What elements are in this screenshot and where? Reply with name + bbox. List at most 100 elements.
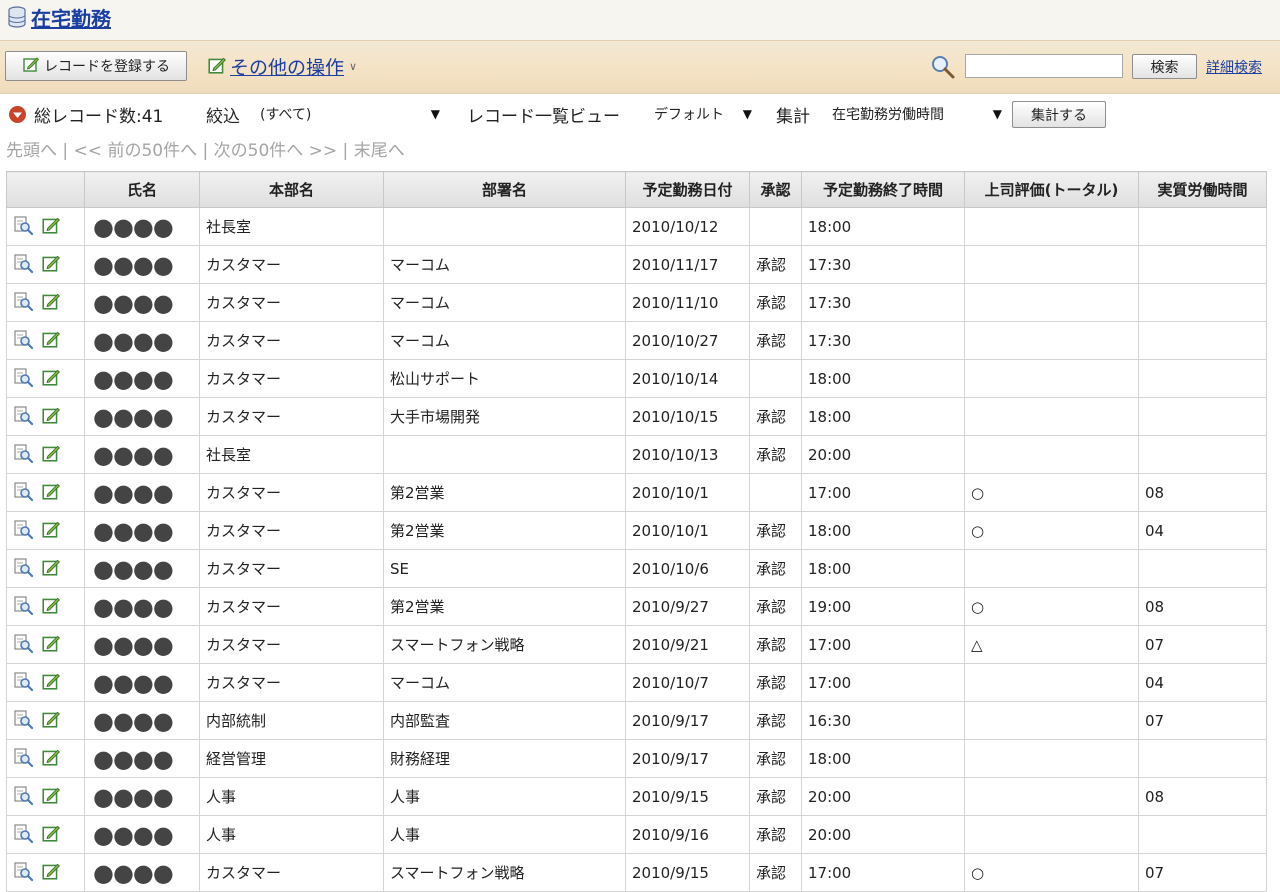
view-magnifier-icon[interactable] xyxy=(13,329,34,353)
register-record-button[interactable]: レコードを登録する xyxy=(5,51,187,81)
col-header-end-time[interactable]: 予定勤務終了時間 xyxy=(801,171,965,208)
search-button[interactable]: 検索 xyxy=(1132,54,1197,79)
view-magnifier-icon[interactable] xyxy=(13,481,34,505)
pager-first: 先頭へ xyxy=(6,141,57,161)
approval-cell: 承認 xyxy=(749,777,802,816)
end-time-cell: 18:00 xyxy=(801,207,965,246)
edit-pencil-icon[interactable] xyxy=(41,747,61,771)
pager-separator: | xyxy=(197,141,214,161)
table-row[interactable]: ●●●● カスタマー マーコム 2010/10/7 承認 17:00 04 xyxy=(6,663,1267,702)
table-row[interactable]: ●●●● カスタマー 第2営業 2010/10/1 承認 18:00 ○ 04 xyxy=(6,511,1267,550)
edit-pencil-icon[interactable] xyxy=(41,215,61,239)
advanced-search-link[interactable]: 詳細検索 xyxy=(1206,57,1262,77)
evaluation-cell xyxy=(964,207,1139,246)
date-cell: 2010/10/13 xyxy=(625,435,750,474)
view-magnifier-icon[interactable] xyxy=(13,405,34,429)
date-cell: 2010/9/21 xyxy=(625,625,750,664)
approval-cell: 承認 xyxy=(749,549,802,588)
date-cell: 2010/9/15 xyxy=(625,853,750,892)
table-row[interactable]: ●●●● カスタマー マーコム 2010/10/27 承認 17:30 xyxy=(6,321,1267,360)
name-cell: ●●●● xyxy=(84,435,200,474)
edit-pencil-icon[interactable] xyxy=(41,519,61,543)
view-magnifier-icon[interactable] xyxy=(13,861,34,885)
approval-cell: 承認 xyxy=(749,853,802,892)
aggregate-button[interactable]: 集計する xyxy=(1012,101,1106,128)
view-magnifier-icon[interactable] xyxy=(13,443,34,467)
edit-pencil-icon[interactable] xyxy=(41,367,61,391)
table-row[interactable]: ●●●● 社長室 2010/10/12 18:00 xyxy=(6,207,1267,246)
view-magnifier-icon[interactable] xyxy=(13,291,34,315)
other-operations-menu[interactable]: その他の操作 ∨ xyxy=(207,53,357,80)
division-cell: カスタマー xyxy=(199,359,384,398)
table-row[interactable]: ●●●● カスタマー 第2営業 2010/9/27 承認 19:00 ○ 08 xyxy=(6,587,1267,626)
search-input[interactable] xyxy=(965,54,1123,78)
view-select[interactable]: デフォルト ▼ xyxy=(648,102,758,126)
table-row[interactable]: ●●●● カスタマー SE 2010/10/6 承認 18:00 xyxy=(6,549,1267,588)
name-cell: ●●●● xyxy=(84,207,200,246)
other-operations-label: その他の操作 xyxy=(230,57,345,79)
total-records-label: 総レコード数:41 xyxy=(34,106,164,127)
table-row[interactable]: ●●●● 人事 人事 2010/9/16 承認 20:00 xyxy=(6,815,1267,854)
view-magnifier-icon[interactable] xyxy=(13,633,34,657)
approval-cell: 承認 xyxy=(749,739,802,778)
table-row[interactable]: ●●●● カスタマー マーコム 2010/11/10 承認 17:30 xyxy=(6,283,1267,322)
edit-pencil-icon[interactable] xyxy=(41,785,61,809)
view-magnifier-icon[interactable] xyxy=(13,557,34,581)
edit-pencil-icon[interactable] xyxy=(41,633,61,657)
row-actions xyxy=(6,587,85,626)
division-cell: カスタマー xyxy=(199,587,384,626)
col-header-hours[interactable]: 実質労働時間 xyxy=(1138,171,1267,208)
edit-pencil-icon[interactable] xyxy=(41,443,61,467)
narrow-select[interactable]: (すべて) ▼ xyxy=(254,102,446,126)
table-row[interactable]: ●●●● カスタマー マーコム 2010/11/17 承認 17:30 xyxy=(6,245,1267,284)
col-header-date[interactable]: 予定勤務日付 xyxy=(625,171,750,208)
edit-pencil-icon[interactable] xyxy=(41,253,61,277)
view-magnifier-icon[interactable] xyxy=(13,823,34,847)
edit-pencil-icon[interactable] xyxy=(41,481,61,505)
edit-pencil-icon[interactable] xyxy=(41,405,61,429)
row-actions xyxy=(6,321,85,360)
table-row[interactable]: ●●●● カスタマー 松山サポート 2010/10/14 18:00 xyxy=(6,359,1267,398)
approval-cell: 承認 xyxy=(749,435,802,474)
table-row[interactable]: ●●●● 人事 人事 2010/9/15 承認 20:00 08 xyxy=(6,777,1267,816)
edit-pencil-icon[interactable] xyxy=(41,861,61,885)
view-magnifier-icon[interactable] xyxy=(13,671,34,695)
table-row[interactable]: ●●●● 社長室 2010/10/13 承認 20:00 xyxy=(6,435,1267,474)
table-row[interactable]: ●●●● カスタマー スマートフォン戦略 2010/9/21 承認 17:00 △ 07 xyxy=(6,625,1267,664)
down-circle-icon[interactable] xyxy=(8,105,27,129)
view-magnifier-icon[interactable] xyxy=(13,253,34,277)
col-header-approval[interactable]: 承認 xyxy=(749,171,802,208)
table-row[interactable]: ●●●● カスタマー 大手市場開発 2010/10/15 承認 18:00 xyxy=(6,397,1267,436)
end-time-cell: 17:00 xyxy=(801,473,965,512)
app-title-link[interactable]: 在宅勤務 xyxy=(31,3,111,32)
edit-pencil-icon[interactable] xyxy=(41,329,61,353)
col-header-evaluation[interactable]: 上司評価(トータル) xyxy=(964,171,1139,208)
table-row[interactable]: ●●●● 内部統制 内部監査 2010/9/17 承認 16:30 07 xyxy=(6,701,1267,740)
edit-pencil-icon[interactable] xyxy=(41,291,61,315)
view-magnifier-icon[interactable] xyxy=(13,785,34,809)
table-row[interactable]: ●●●● カスタマー スマートフォン戦略 2010/9/15 承認 17:00 ○ 07 xyxy=(6,853,1267,892)
edit-pencil-icon[interactable] xyxy=(41,671,61,695)
row-actions xyxy=(6,815,85,854)
view-magnifier-icon[interactable] xyxy=(13,519,34,543)
col-header-division[interactable]: 本部名 xyxy=(199,171,384,208)
aggregate-select[interactable]: 在宅勤務労働時間 ▼ xyxy=(826,102,1008,126)
table-row[interactable]: ●●●● 経営管理 財務経理 2010/9/17 承認 18:00 xyxy=(6,739,1267,778)
table-row[interactable]: ●●●● カスタマー 第2営業 2010/10/1 17:00 ○ 08 xyxy=(6,473,1267,512)
edit-pencil-icon[interactable] xyxy=(41,595,61,619)
row-actions xyxy=(6,397,85,436)
date-cell: 2010/10/15 xyxy=(625,397,750,436)
col-header-department[interactable]: 部署名 xyxy=(383,171,626,208)
edit-pencil-icon[interactable] xyxy=(41,823,61,847)
view-magnifier-icon[interactable] xyxy=(13,215,34,239)
edit-pencil-icon[interactable] xyxy=(41,557,61,581)
search-icon[interactable] xyxy=(930,54,956,84)
approval-cell: 承認 xyxy=(749,245,802,284)
department-cell xyxy=(383,207,626,246)
view-magnifier-icon[interactable] xyxy=(13,367,34,391)
view-magnifier-icon[interactable] xyxy=(13,747,34,771)
view-magnifier-icon[interactable] xyxy=(13,595,34,619)
col-header-name[interactable]: 氏名 xyxy=(84,171,200,208)
edit-pencil-icon[interactable] xyxy=(41,709,61,733)
view-magnifier-icon[interactable] xyxy=(13,709,34,733)
